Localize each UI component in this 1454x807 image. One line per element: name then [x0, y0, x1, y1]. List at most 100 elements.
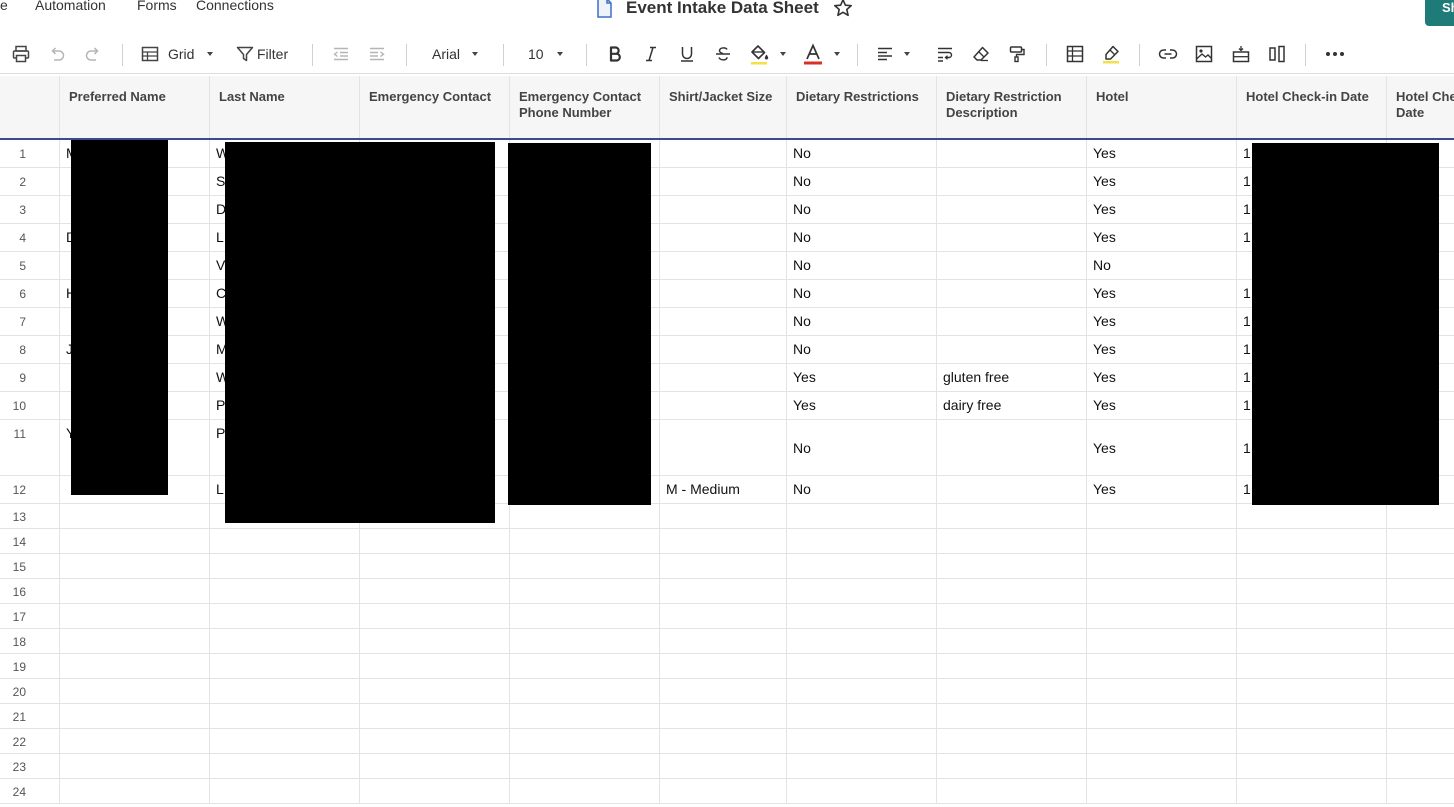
cell-dietary[interactable] — [787, 654, 937, 678]
row-number[interactable]: 13 — [0, 504, 60, 528]
cell-emergency-phone[interactable] — [510, 529, 660, 553]
cell-dietary[interactable] — [787, 629, 937, 653]
cell-hotel[interactable] — [1087, 679, 1237, 703]
cell-shirt-size[interactable] — [660, 196, 787, 223]
cell-dietary[interactable]: No — [787, 280, 937, 307]
strikethrough-button[interactable] — [712, 36, 734, 72]
cell-hotel[interactable]: Yes — [1087, 476, 1237, 503]
cell-dietary[interactable]: No — [787, 252, 937, 279]
cell-dietary-description[interactable] — [937, 779, 1087, 803]
cell-shirt-size[interactable] — [660, 336, 787, 363]
cell-hotel[interactable]: No — [1087, 252, 1237, 279]
row-number[interactable]: 20 — [0, 679, 60, 703]
row-number[interactable]: 14 — [0, 529, 60, 553]
cell-dietary-description[interactable] — [937, 729, 1087, 753]
cell-dietary-description[interactable] — [937, 224, 1087, 251]
cell-dietary[interactable] — [787, 554, 937, 578]
cell-dietary[interactable]: No — [787, 168, 937, 195]
cell-emergency-contact[interactable] — [360, 654, 510, 678]
cell-hotel[interactable]: Yes — [1087, 224, 1237, 251]
cell-dietary[interactable] — [787, 729, 937, 753]
cell-hotel[interactable]: Yes — [1087, 168, 1237, 195]
row-number[interactable]: 5 — [0, 252, 60, 279]
cell-emergency-phone[interactable] — [510, 729, 660, 753]
cell-checkout-date[interactable] — [1387, 754, 1454, 778]
cell-shirt-size[interactable] — [660, 364, 787, 391]
cell-hotel[interactable]: Yes — [1087, 392, 1237, 419]
cell-dietary-description[interactable] — [937, 420, 1087, 475]
row-number[interactable]: 9 — [0, 364, 60, 391]
row-number[interactable]: 12 — [0, 476, 60, 503]
cell-dietary-description[interactable] — [937, 308, 1087, 335]
star-icon[interactable] — [833, 0, 853, 18]
cell-checkin-date[interactable] — [1237, 654, 1387, 678]
cell-dietary[interactable]: No — [787, 420, 937, 475]
cell-hotel[interactable] — [1087, 704, 1237, 728]
cell-hotel[interactable] — [1087, 579, 1237, 603]
cell-dietary[interactable] — [787, 754, 937, 778]
cell-dietary[interactable]: Yes — [787, 392, 937, 419]
menu-item-forms[interactable]: Forms — [137, 0, 177, 13]
cell-dietary[interactable] — [787, 579, 937, 603]
cell-hotel[interactable]: Yes — [1087, 336, 1237, 363]
cell-emergency-phone[interactable] — [510, 679, 660, 703]
cell-hotel[interactable] — [1087, 754, 1237, 778]
cell-last-name[interactable] — [210, 604, 360, 628]
cell-checkin-date[interactable] — [1237, 779, 1387, 803]
row-number[interactable]: 8 — [0, 336, 60, 363]
cell-hotel[interactable]: Yes — [1087, 280, 1237, 307]
column-header[interactable]: Preferred Name — [60, 76, 210, 138]
cell-dietary[interactable]: No — [787, 308, 937, 335]
cell-checkin-date[interactable] — [1237, 554, 1387, 578]
cell-hotel[interactable]: Yes — [1087, 364, 1237, 391]
cell-dietary[interactable]: No — [787, 224, 937, 251]
cell-dietary[interactable] — [787, 529, 937, 553]
cell-shirt-size[interactable] — [660, 679, 787, 703]
print-button[interactable] — [10, 36, 32, 72]
font-size-select[interactable]: 10 — [522, 36, 570, 72]
cell-last-name[interactable] — [210, 779, 360, 803]
cell-checkin-date[interactable] — [1237, 704, 1387, 728]
underline-button[interactable] — [676, 36, 698, 72]
cell-checkin-date[interactable] — [1237, 504, 1387, 528]
cell-last-name[interactable] — [210, 654, 360, 678]
cell-shirt-size[interactable] — [660, 754, 787, 778]
cell-hotel[interactable] — [1087, 504, 1237, 528]
cell-emergency-phone[interactable] — [510, 779, 660, 803]
cell-preferred-name[interactable] — [60, 604, 210, 628]
undo-button[interactable] — [46, 36, 68, 72]
column-header[interactable]: Hotel Check-in Date — [1237, 76, 1387, 138]
cell-emergency-contact[interactable] — [360, 529, 510, 553]
cell-hotel[interactable] — [1087, 554, 1237, 578]
font-family-select[interactable]: Arial — [426, 36, 488, 72]
cell-emergency-phone[interactable] — [510, 554, 660, 578]
cell-last-name[interactable] — [210, 754, 360, 778]
row-number[interactable]: 24 — [0, 779, 60, 803]
cell-preferred-name[interactable] — [60, 654, 210, 678]
cell-dietary-description[interactable]: gluten free — [937, 364, 1087, 391]
row-number[interactable]: 2 — [0, 168, 60, 195]
cell-preferred-name[interactable] — [60, 504, 210, 528]
cell-preferred-name[interactable] — [60, 779, 210, 803]
cell-checkout-date[interactable] — [1387, 604, 1454, 628]
cell-dietary-description[interactable] — [937, 629, 1087, 653]
cell-shirt-size[interactable] — [660, 308, 787, 335]
view-selector[interactable]: Grid — [141, 36, 217, 72]
cell-dietary[interactable]: No — [787, 140, 937, 167]
column-header[interactable]: Last Name — [210, 76, 360, 138]
cell-dietary-description[interactable] — [937, 754, 1087, 778]
row-number[interactable]: 16 — [0, 579, 60, 603]
redo-button[interactable] — [82, 36, 104, 72]
cell-checkout-date[interactable] — [1387, 654, 1454, 678]
cell-shirt-size[interactable] — [660, 168, 787, 195]
row-height-button[interactable] — [1230, 36, 1252, 72]
insert-image-button[interactable] — [1193, 36, 1215, 72]
cell-preferred-name[interactable] — [60, 729, 210, 753]
cell-dietary[interactable]: No — [787, 476, 937, 503]
cell-last-name[interactable] — [210, 554, 360, 578]
cell-emergency-phone[interactable] — [510, 604, 660, 628]
cell-dietary[interactable] — [787, 604, 937, 628]
cell-checkout-date[interactable] — [1387, 579, 1454, 603]
wrap-text-button[interactable] — [934, 36, 956, 72]
cell-emergency-phone[interactable] — [510, 754, 660, 778]
